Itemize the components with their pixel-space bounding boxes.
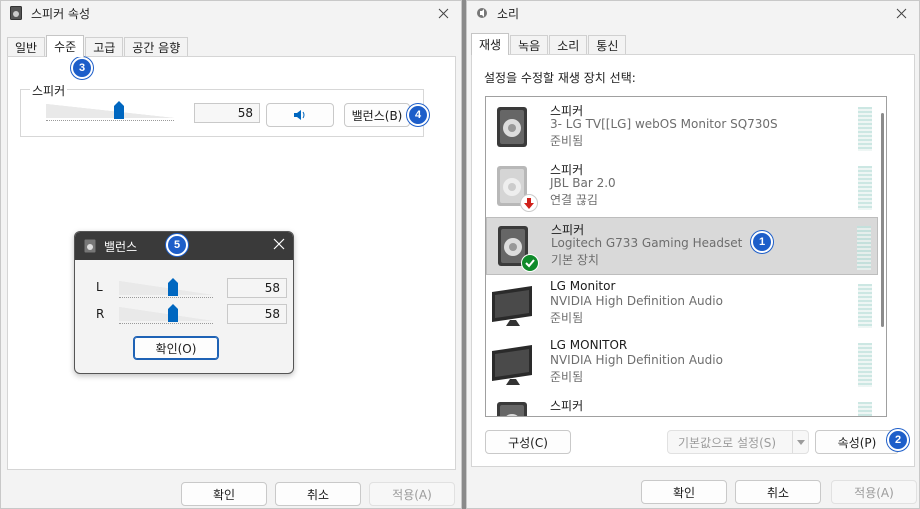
close-icon[interactable] (273, 238, 285, 250)
mute-button[interactable] (266, 103, 334, 127)
device-status: 준비됨 (550, 370, 584, 384)
device-row[interactable]: LG Monitor NVIDIA High Definition Audio 준비… (486, 276, 878, 334)
device-status: 기본 장치 (551, 253, 599, 267)
device-description: NVIDIA High Definition Audio (550, 353, 723, 367)
volume-meter (858, 166, 872, 210)
speaker-dialog-icon (84, 239, 96, 253)
speaker-icon (492, 400, 536, 416)
sound-app-icon (475, 6, 489, 20)
right-ok-button[interactable]: 확인 (641, 480, 727, 504)
left-window-title: 스피커 속성 (31, 6, 91, 21)
monitor-icon (492, 341, 536, 387)
set-default-button[interactable]: 기본값으로 설정(S) (667, 430, 809, 454)
device-status: 준비됨 (550, 311, 584, 325)
balance-label-left: L (96, 280, 103, 294)
speaker-app-icon (9, 6, 23, 20)
tab-spatial-sound[interactable]: 공간 음향 (124, 37, 189, 57)
device-name: 스피커 (550, 399, 584, 413)
speaker-level-value[interactable]: 58 (194, 103, 260, 123)
close-icon[interactable] (891, 3, 911, 23)
device-list[interactable]: 스피커 3- LG TV[[LG] webOS Monitor SQ730S 준비됨… (485, 96, 887, 417)
left-apply-button[interactable]: 적용(A) (369, 482, 455, 506)
tab-communications[interactable]: 통신 (588, 35, 627, 55)
left-ok-button[interactable]: 확인 (181, 482, 267, 506)
callout-badge-5: 5 (166, 234, 188, 256)
device-row[interactable]: 스피커 JBL Bar 2.0 연결 끊김 (486, 158, 878, 216)
right-cancel-button[interactable]: 취소 (735, 480, 821, 504)
default-check-icon (521, 254, 539, 272)
speaker-volume-icon (294, 110, 305, 120)
tab-general[interactable]: 일반 (7, 37, 46, 57)
chevron-down-icon[interactable] (792, 431, 808, 453)
tab-sounds[interactable]: 소리 (549, 35, 588, 55)
left-tabs: 일반 수준 고급 공간 음향 (7, 35, 189, 57)
device-row[interactable]: 스피커 (486, 394, 878, 416)
device-name: LG MONITOR (550, 338, 628, 352)
volume-meter (857, 226, 871, 270)
balance-ok-button[interactable]: 확인(O) (133, 336, 219, 360)
device-description: JBL Bar 2.0 (550, 176, 616, 190)
device-description: NVIDIA High Definition Audio (550, 294, 723, 308)
tab-advanced[interactable]: 고급 (85, 37, 124, 57)
device-name: LG Monitor (550, 279, 616, 293)
speaker-level-slider[interactable] (46, 101, 174, 121)
left-titlebar: 스피커 속성 (1, 1, 461, 25)
right-window-title: 소리 (497, 6, 520, 21)
balance-button[interactable]: 밸런스(B) (344, 103, 410, 127)
speaker-icon (492, 105, 536, 151)
monitor-icon (492, 282, 536, 328)
right-apply-button[interactable]: 적용(A) (831, 480, 917, 504)
left-channel-value[interactable]: 58 (227, 278, 287, 298)
playback-panel: 설정을 수정할 재생 장치 선택: 스피커 3- LG TV[[LG] webOS… (471, 54, 915, 467)
balance-label-right: R (96, 307, 105, 321)
right-tabs: 재생 녹음 소리 통신 (471, 33, 627, 55)
volume-meter (858, 284, 872, 328)
device-row[interactable]: 스피커 Logitech G733 Gaming Headset 기본 장치 (486, 217, 878, 275)
right-channel-value[interactable]: 58 (227, 304, 287, 324)
callout-badge-4: 4 (407, 104, 429, 126)
close-icon[interactable] (433, 3, 453, 23)
volume-meter (858, 107, 872, 151)
disconnected-arrow-icon (520, 194, 538, 212)
balance-title: 밸런스 (104, 239, 138, 254)
device-status: 준비됨 (550, 134, 584, 148)
left-cancel-button[interactable]: 취소 (275, 482, 361, 506)
callout-badge-2: 2 (887, 429, 909, 451)
tab-levels[interactable]: 수준 (46, 35, 85, 57)
right-channel-slider[interactable] (119, 304, 213, 324)
device-description: 3- LG TV[[LG] webOS Monitor SQ730S (550, 117, 778, 131)
set-default-label: 기본값으로 설정(S) (678, 435, 777, 450)
device-row[interactable]: LG MONITOR NVIDIA High Definition Audio 준비… (486, 335, 878, 393)
volume-meter (858, 402, 872, 416)
instruction-text: 설정을 수정할 재생 장치 선택: (484, 71, 636, 85)
speaker-group-label: 스피커 (30, 82, 68, 99)
callout-badge-3: 3 (71, 57, 93, 79)
volume-meter (858, 343, 872, 387)
left-channel-slider[interactable] (119, 278, 213, 298)
device-status: 연결 끊김 (550, 193, 598, 207)
device-description: Logitech G733 Gaming Headset (551, 236, 743, 250)
sound-window: 소리 재생 녹음 소리 통신 설정을 수정할 재생 장치 선택: 스피커 3- L… (466, 0, 920, 509)
callout-badge-1: 1 (751, 231, 773, 253)
configure-button[interactable]: 구성(C) (485, 430, 571, 454)
tab-playback[interactable]: 재생 (471, 33, 510, 55)
device-row[interactable]: 스피커 3- LG TV[[LG] webOS Monitor SQ730S 준비됨 (486, 99, 878, 157)
device-list-scrollbar[interactable] (881, 113, 884, 327)
tab-recording[interactable]: 녹음 (510, 35, 549, 55)
right-titlebar: 소리 (467, 1, 919, 25)
